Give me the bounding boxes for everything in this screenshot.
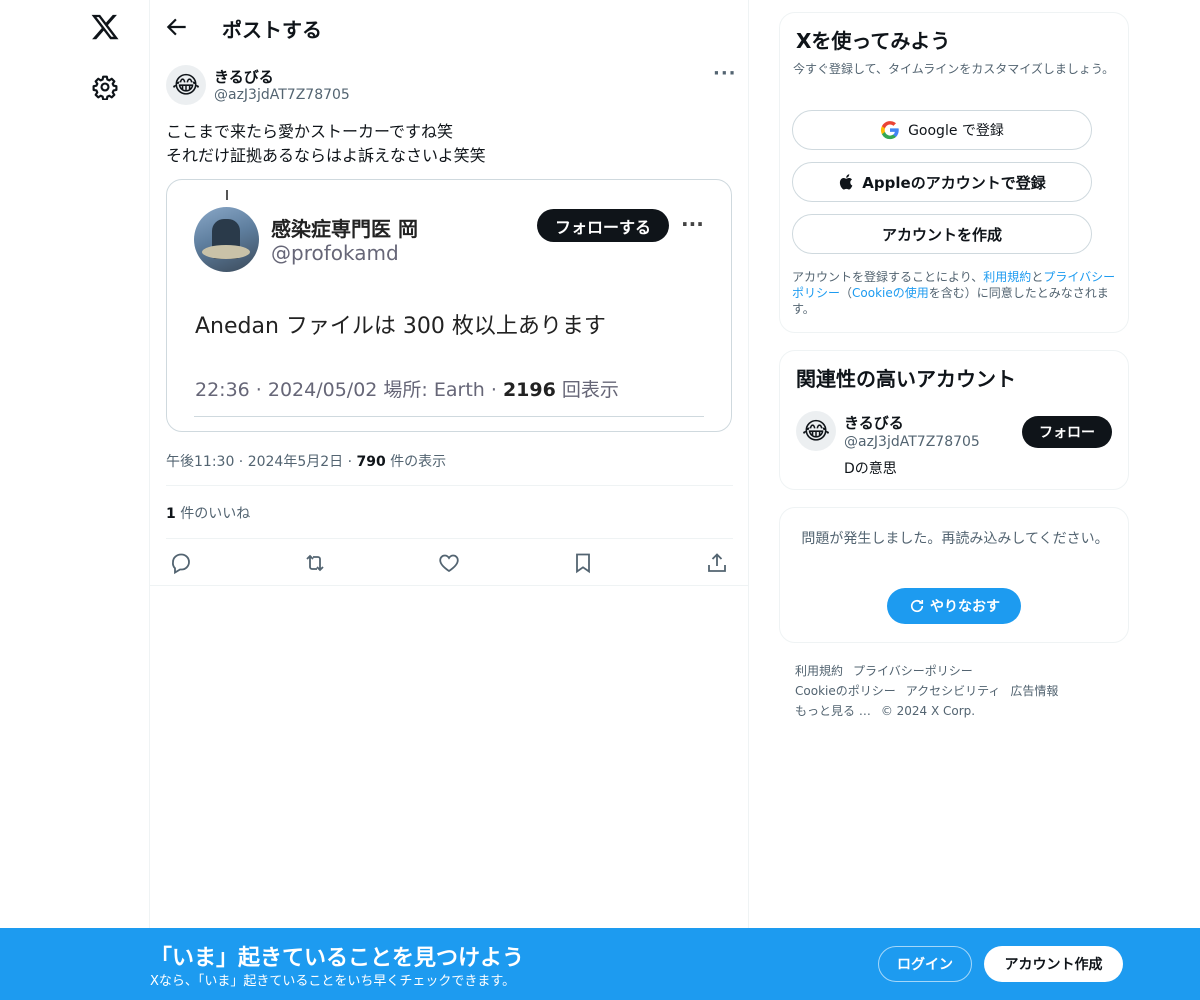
page-title: ポストする (222, 18, 322, 42)
bottom-banner: 「いま」起きていることを見つけよう Xなら、「いま」起きていることをいち早くチェ… (0, 928, 1200, 1000)
views-count: 790 (356, 454, 386, 470)
left-nav (0, 0, 150, 1000)
reply-icon[interactable] (169, 551, 193, 575)
login-button[interactable]: ログイン (878, 946, 972, 982)
related-name[interactable]: きるびる (844, 412, 904, 433)
back-arrow-icon[interactable] (164, 14, 190, 40)
related-accounts-box: 関連性の高いアカウント 😂 きるびる @azJ3jdAT7Z78705 Dの意思… (779, 350, 1129, 490)
signup-subtitle: 今すぐ登録して、タイムラインをカスタマイズしましょう。 (793, 62, 1115, 76)
signup-button[interactable]: アカウント作成 (984, 946, 1123, 982)
embedded-views-label: 回表示 (555, 379, 619, 401)
terms-link[interactable]: 利用規約 (983, 270, 1031, 284)
footer-row: もっと見る … © 2024 X Corp. (795, 701, 1115, 721)
more-options-icon[interactable]: ··· (713, 63, 737, 84)
apple-signup-label: Appleのアカウントで登録 (862, 173, 1046, 192)
gear-icon[interactable] (92, 74, 118, 100)
terms-paren: （ (840, 286, 853, 300)
embedded-image-card[interactable]: 感染症専門医 岡 @profokamd フォローする ··· Anedan ファ… (166, 179, 732, 432)
footer-terms-link[interactable]: 利用規約 (795, 664, 843, 678)
error-message: 問題が発生しました。再読み込みしてください。 (801, 531, 1109, 547)
banner-subtitle: Xなら、「いま」起きていることをいち早くチェックできます。 (150, 974, 516, 989)
signup-title: Xを使ってみよう (796, 29, 951, 53)
google-icon (881, 121, 899, 140)
card-mark (226, 190, 228, 200)
terms-text: アカウントを登録することにより、利用規約とプライバシーポリシー（Cookieの使… (792, 269, 1122, 317)
views-label: 件の表示 (385, 454, 447, 470)
divider (166, 538, 733, 539)
avatar[interactable]: 😂 (166, 65, 206, 105)
author-name[interactable]: きるびる (214, 66, 274, 87)
google-signup-button[interactable]: Google で登録 (792, 110, 1092, 150)
embedded-views-count: 2196 (502, 379, 556, 401)
error-box: 問題が発生しました。再読み込みしてください。 やりなおす (779, 507, 1129, 643)
footer-row: 利用規約 プライバシーポリシー (795, 661, 1115, 681)
embedded-follow-button: フォローする (537, 209, 669, 242)
google-signup-label: Google で登録 (908, 123, 1004, 139)
post-meta: 午後11:30 · 2024年5月2日 · 790 件の表示 (166, 451, 446, 471)
footer-row: Cookieのポリシー アクセシビリティ 広告情報 (795, 681, 1115, 701)
post-text: ここまで来たら愛かストーカーですね笑 それだけ証拠あるならはよ訴えなさいよ笑笑 (166, 120, 486, 168)
avatar-fish (202, 245, 250, 259)
banner-title: 「いま」起きていることを見つけよう (150, 946, 525, 971)
post-timestamp[interactable]: 午後11:30 · 2024年5月2日 · (166, 454, 357, 470)
main-column: ポストする 😂 きるびる @azJ3jdAT7Z78705 ··· ここまで来た… (150, 0, 749, 1000)
create-account-label: アカウントを作成 (881, 225, 1002, 244)
embedded-handle: @profokamd (271, 241, 399, 265)
copyright: © 2024 X Corp. (880, 704, 976, 718)
apple-icon (840, 174, 853, 190)
divider (166, 485, 733, 486)
post-header: ポストする (150, 0, 749, 54)
avatar[interactable]: 😂 (796, 411, 836, 451)
embedded-meta-text: 22:36 · 2024/05/02 場所: Earth · (195, 379, 503, 401)
related-handle[interactable]: @azJ3jdAT7Z78705 (844, 434, 980, 450)
footer-ads-link[interactable]: 広告情報 (1010, 684, 1058, 698)
related-title: 関連性の高いアカウント (796, 367, 1016, 391)
embedded-more-icon: ··· (681, 212, 704, 236)
apple-signup-button[interactable]: Appleのアカウントで登録 (792, 162, 1092, 202)
author-handle[interactable]: @azJ3jdAT7Z78705 (214, 87, 350, 103)
likes-label: 件のいいね (175, 506, 251, 522)
page-root: ポストする 😂 きるびる @azJ3jdAT7Z78705 ··· ここまで来た… (0, 0, 1200, 1000)
retry-label: やりなおす (930, 599, 1000, 615)
terms-and: と (1031, 270, 1044, 284)
signup-box: Xを使ってみよう 今すぐ登録して、タイムラインをカスタマイズしましょう。 Goo… (779, 12, 1129, 333)
cookie-link[interactable]: Cookieの使用 (852, 286, 929, 300)
embedded-name: 感染症専門医 岡 (271, 217, 418, 241)
embedded-meta: 22:36 · 2024/05/02 場所: Earth · 2196 回表示 (195, 375, 619, 402)
embedded-body: Anedan ファイルは 300 枚以上あります (195, 314, 606, 339)
footer-more-link[interactable]: もっと見る … (795, 704, 871, 718)
likes-number: 1 (166, 506, 176, 522)
embedded-divider (194, 416, 704, 417)
related-bio: Dの意思 (844, 461, 897, 477)
bookmark-icon[interactable] (571, 551, 595, 575)
post-text-line: ここまで来たら愛かストーカーですね笑 (166, 122, 454, 141)
embedded-avatar (194, 207, 259, 272)
repost-icon[interactable] (303, 551, 327, 575)
footer-privacy-link[interactable]: プライバシーポリシー (853, 664, 973, 678)
share-icon[interactable] (705, 551, 729, 575)
refresh-icon (910, 599, 924, 613)
divider (150, 585, 749, 586)
create-account-button[interactable]: アカウントを作成 (792, 214, 1092, 254)
footer-links: 利用規約 プライバシーポリシー Cookieのポリシー アクセシビリティ 広告情報 も… (795, 661, 1115, 721)
terms-prefix: アカウントを登録することにより、 (792, 270, 984, 284)
footer-accessibility-link[interactable]: アクセシビリティ (906, 684, 1001, 698)
post-text-line: それだけ証拠あるならはよ訴えなさいよ笑笑 (166, 146, 486, 165)
like-icon[interactable] (437, 551, 461, 575)
retry-button[interactable]: やりなおす (887, 588, 1021, 624)
x-logo-icon[interactable] (90, 12, 120, 42)
footer-cookie-link[interactable]: Cookieのポリシー (795, 684, 896, 698)
follow-button[interactable]: フォロー (1022, 416, 1112, 448)
likes-count[interactable]: 1 件のいいね (166, 503, 250, 523)
